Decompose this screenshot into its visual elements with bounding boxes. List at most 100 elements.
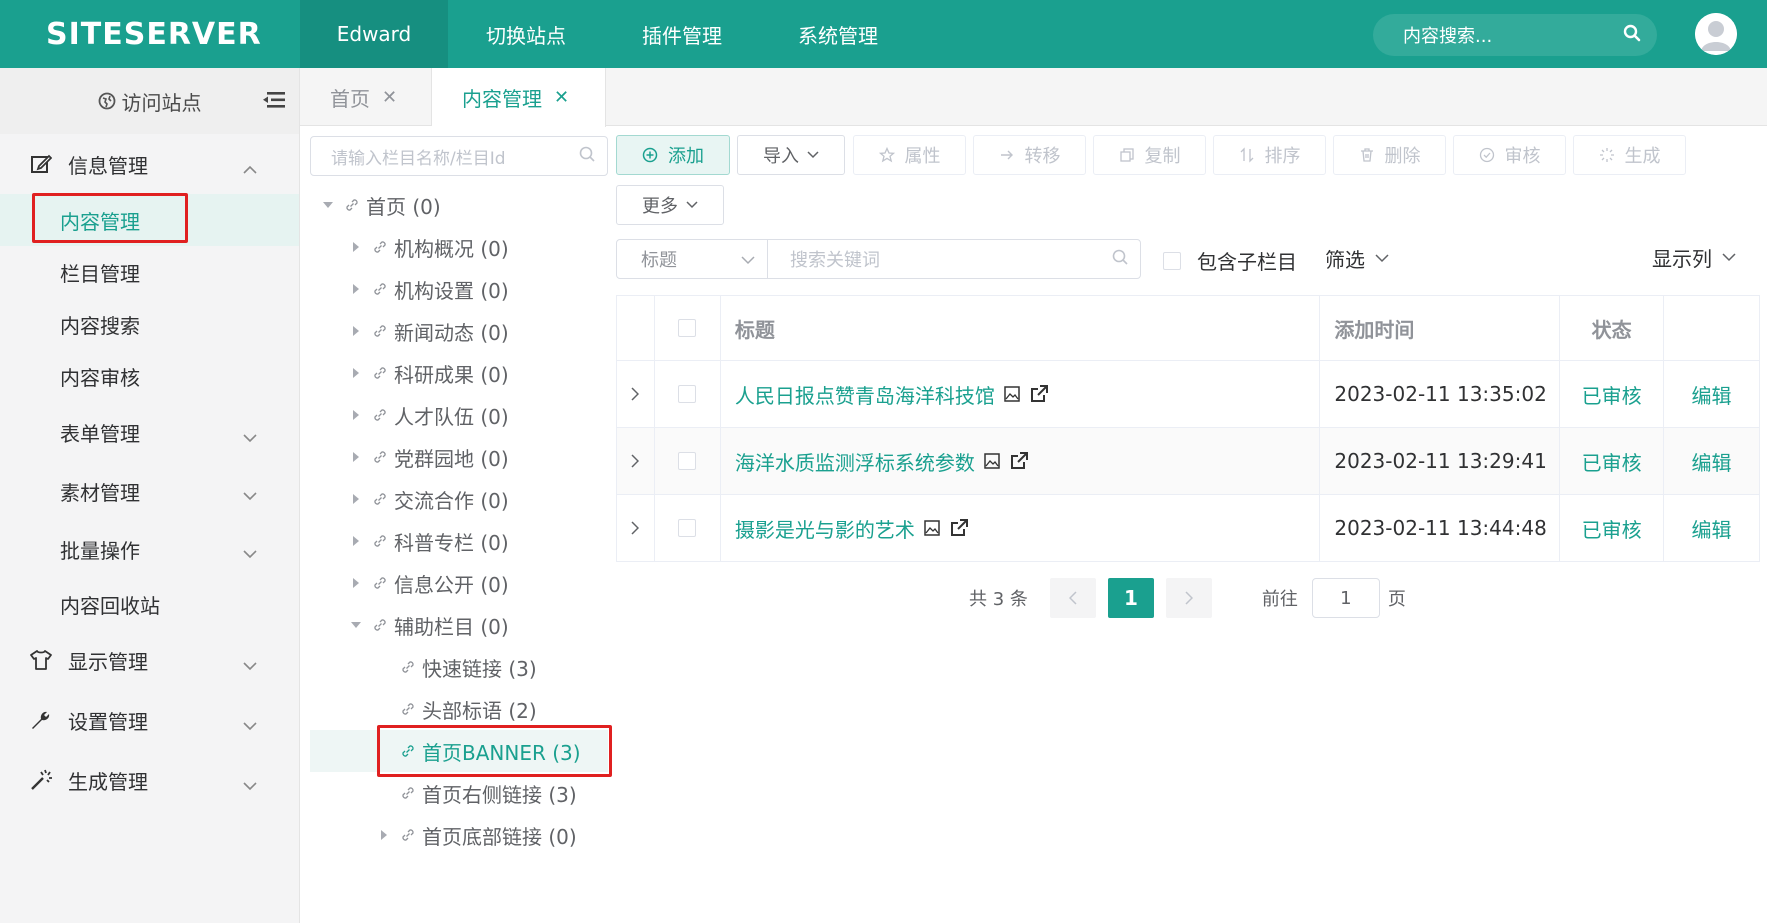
caret-right-icon[interactable]: [348, 536, 364, 546]
delete-button[interactable]: 删除: [1333, 135, 1446, 175]
nav-switch-site[interactable]: 切换站点: [448, 0, 604, 68]
caret-right-icon[interactable]: [348, 242, 364, 252]
sidebar-item-batch[interactable]: 批量操作: [0, 520, 299, 578]
tree-node[interactable]: 快速链接 (3): [310, 646, 608, 688]
link-icon: [372, 617, 388, 633]
link-icon: [400, 827, 416, 843]
tree-node[interactable]: 党群园地 (0): [310, 436, 608, 478]
more-button[interactable]: 更多: [616, 185, 724, 225]
edit-button[interactable]: 编辑: [1664, 361, 1760, 427]
header-search-input[interactable]: 内容搜索...: [1373, 14, 1657, 56]
keyword-input[interactable]: 搜索关键词: [767, 239, 1141, 279]
chevron-up-icon: [243, 156, 257, 180]
search-icon[interactable]: [1112, 249, 1128, 270]
caret-right-icon[interactable]: [348, 578, 364, 588]
audit-button[interactable]: 审核: [1453, 135, 1566, 175]
tab-content-management[interactable]: 内容管理 ✕: [432, 68, 606, 127]
page-number-current[interactable]: 1: [1107, 578, 1154, 618]
menu-toggle-icon[interactable]: [263, 90, 285, 115]
sort-button[interactable]: 排序: [1213, 135, 1326, 175]
checkbox[interactable]: [1163, 251, 1181, 270]
menu-group-generate[interactable]: 生成管理: [0, 750, 299, 810]
expand-row-icon[interactable]: [617, 428, 655, 494]
move-button[interactable]: 转移: [973, 135, 1086, 175]
copy-button[interactable]: 复制: [1093, 135, 1206, 175]
tree-node[interactable]: 首页底部链接 (0): [310, 814, 608, 856]
prev-page-button[interactable]: [1049, 578, 1096, 618]
filter-dropdown[interactable]: 筛选: [1325, 244, 1389, 273]
columns-dropdown[interactable]: 显示列: [1652, 243, 1736, 272]
menu-group-display[interactable]: 显示管理: [0, 630, 299, 690]
caret-right-icon[interactable]: [348, 326, 364, 336]
row-checkbox[interactable]: [678, 452, 697, 470]
expand-row-icon[interactable]: [617, 361, 655, 427]
row-title-link[interactable]: 摄影是光与影的艺术: [735, 514, 915, 543]
search-field-select[interactable]: 标题: [616, 239, 768, 279]
tree-node[interactable]: 辅助栏目 (0): [310, 604, 608, 646]
select-all-checkbox[interactable]: [678, 319, 697, 337]
menu-group-info[interactable]: 信息管理: [0, 134, 299, 194]
sidebar-item-content-audit[interactable]: 内容审核: [0, 350, 299, 402]
tree-node[interactable]: 首页 (0): [310, 184, 608, 226]
include-children-checkbox[interactable]: 包含子栏目: [1163, 246, 1297, 275]
nav-system[interactable]: 系统管理: [760, 0, 916, 68]
tree-node[interactable]: 科研成果 (0): [310, 352, 608, 394]
edit-button[interactable]: 编辑: [1664, 495, 1760, 561]
row-checkbox[interactable]: [678, 519, 697, 537]
logo[interactable]: SITESERVER: [0, 0, 300, 68]
expand-row-icon[interactable]: [617, 495, 655, 561]
caret-right-icon[interactable]: [348, 494, 364, 504]
sidebar-item-recycle[interactable]: 内容回收站: [0, 578, 299, 630]
close-icon[interactable]: ✕: [382, 87, 397, 108]
tree-node[interactable]: 机构概况 (0): [310, 226, 608, 268]
generate-button[interactable]: 生成: [1573, 135, 1686, 175]
caret-right-icon[interactable]: [348, 284, 364, 294]
external-link-icon[interactable]: [949, 518, 969, 538]
attributes-button[interactable]: 属性: [853, 135, 966, 175]
external-link-icon[interactable]: [1009, 451, 1029, 471]
edit-button[interactable]: 编辑: [1664, 428, 1760, 494]
import-button[interactable]: 导入: [737, 135, 845, 175]
nav-plugins[interactable]: 插件管理: [604, 0, 760, 68]
external-link-icon[interactable]: [1029, 384, 1049, 404]
tree-node[interactable]: 交流合作 (0): [310, 478, 608, 520]
caret-down-icon[interactable]: [320, 201, 336, 209]
table-row[interactable]: 海洋水质监测浮标系统参数 2023-02-11 13:29:41 已审核 编辑: [617, 428, 1760, 495]
tree-node[interactable]: 科普专栏 (0): [310, 520, 608, 562]
chevron-down-icon: [243, 424, 257, 448]
caret-right-icon[interactable]: [348, 452, 364, 462]
caret-right-icon[interactable]: [348, 368, 364, 378]
add-button[interactable]: 添加: [616, 135, 730, 175]
row-title-link[interactable]: 人民日报点赞青岛海洋科技馆: [735, 380, 995, 409]
tree-node[interactable]: 人才队伍 (0): [310, 394, 608, 436]
caret-right-icon[interactable]: [376, 830, 392, 840]
row-title-link[interactable]: 海洋水质监测浮标系统参数: [735, 447, 975, 476]
sidebar-item-content-search[interactable]: 内容搜索: [0, 298, 299, 350]
nav-user[interactable]: Edward: [300, 0, 448, 68]
caret-right-icon[interactable]: [348, 410, 364, 420]
sidebar-item-forms[interactable]: 表单管理: [0, 402, 299, 462]
header-title[interactable]: 标题: [721, 296, 1321, 360]
search-icon[interactable]: [1623, 24, 1641, 47]
tree-node[interactable]: 头部标语 (2): [310, 688, 608, 730]
caret-down-icon[interactable]: [348, 621, 364, 629]
sidebar-item-materials[interactable]: 素材管理: [0, 462, 299, 520]
avatar[interactable]: [1695, 13, 1737, 55]
sidebar-item-channels[interactable]: 栏目管理: [0, 246, 299, 298]
header-time[interactable]: 添加时间: [1320, 296, 1561, 360]
close-icon[interactable]: ✕: [554, 87, 569, 108]
tree-node[interactable]: 机构设置 (0): [310, 268, 608, 310]
tree-node[interactable]: 首页右侧链接 (3): [310, 772, 608, 814]
row-checkbox[interactable]: [678, 385, 697, 403]
tree-node[interactable]: 新闻动态 (0): [310, 310, 608, 352]
table-row[interactable]: 人民日报点赞青岛海洋科技馆 2023-02-11 13:35:02 已审核 编辑: [617, 361, 1760, 428]
visit-site-button[interactable]: 访问站点: [0, 68, 299, 134]
menu-group-settings[interactable]: 设置管理: [0, 690, 299, 750]
table-row[interactable]: 摄影是光与影的艺术 2023-02-11 13:44:48 已审核 编辑: [617, 495, 1760, 562]
page-jump-input[interactable]: 1: [1311, 578, 1380, 618]
next-page-button[interactable]: [1165, 578, 1212, 618]
tab-bar: 首页 ✕ 内容管理 ✕: [300, 68, 1767, 127]
tab-home[interactable]: 首页 ✕: [300, 68, 432, 126]
tree-node[interactable]: 信息公开 (0): [310, 562, 608, 604]
tree-search-input[interactable]: 请输入栏目名称/栏目Id: [310, 136, 608, 176]
